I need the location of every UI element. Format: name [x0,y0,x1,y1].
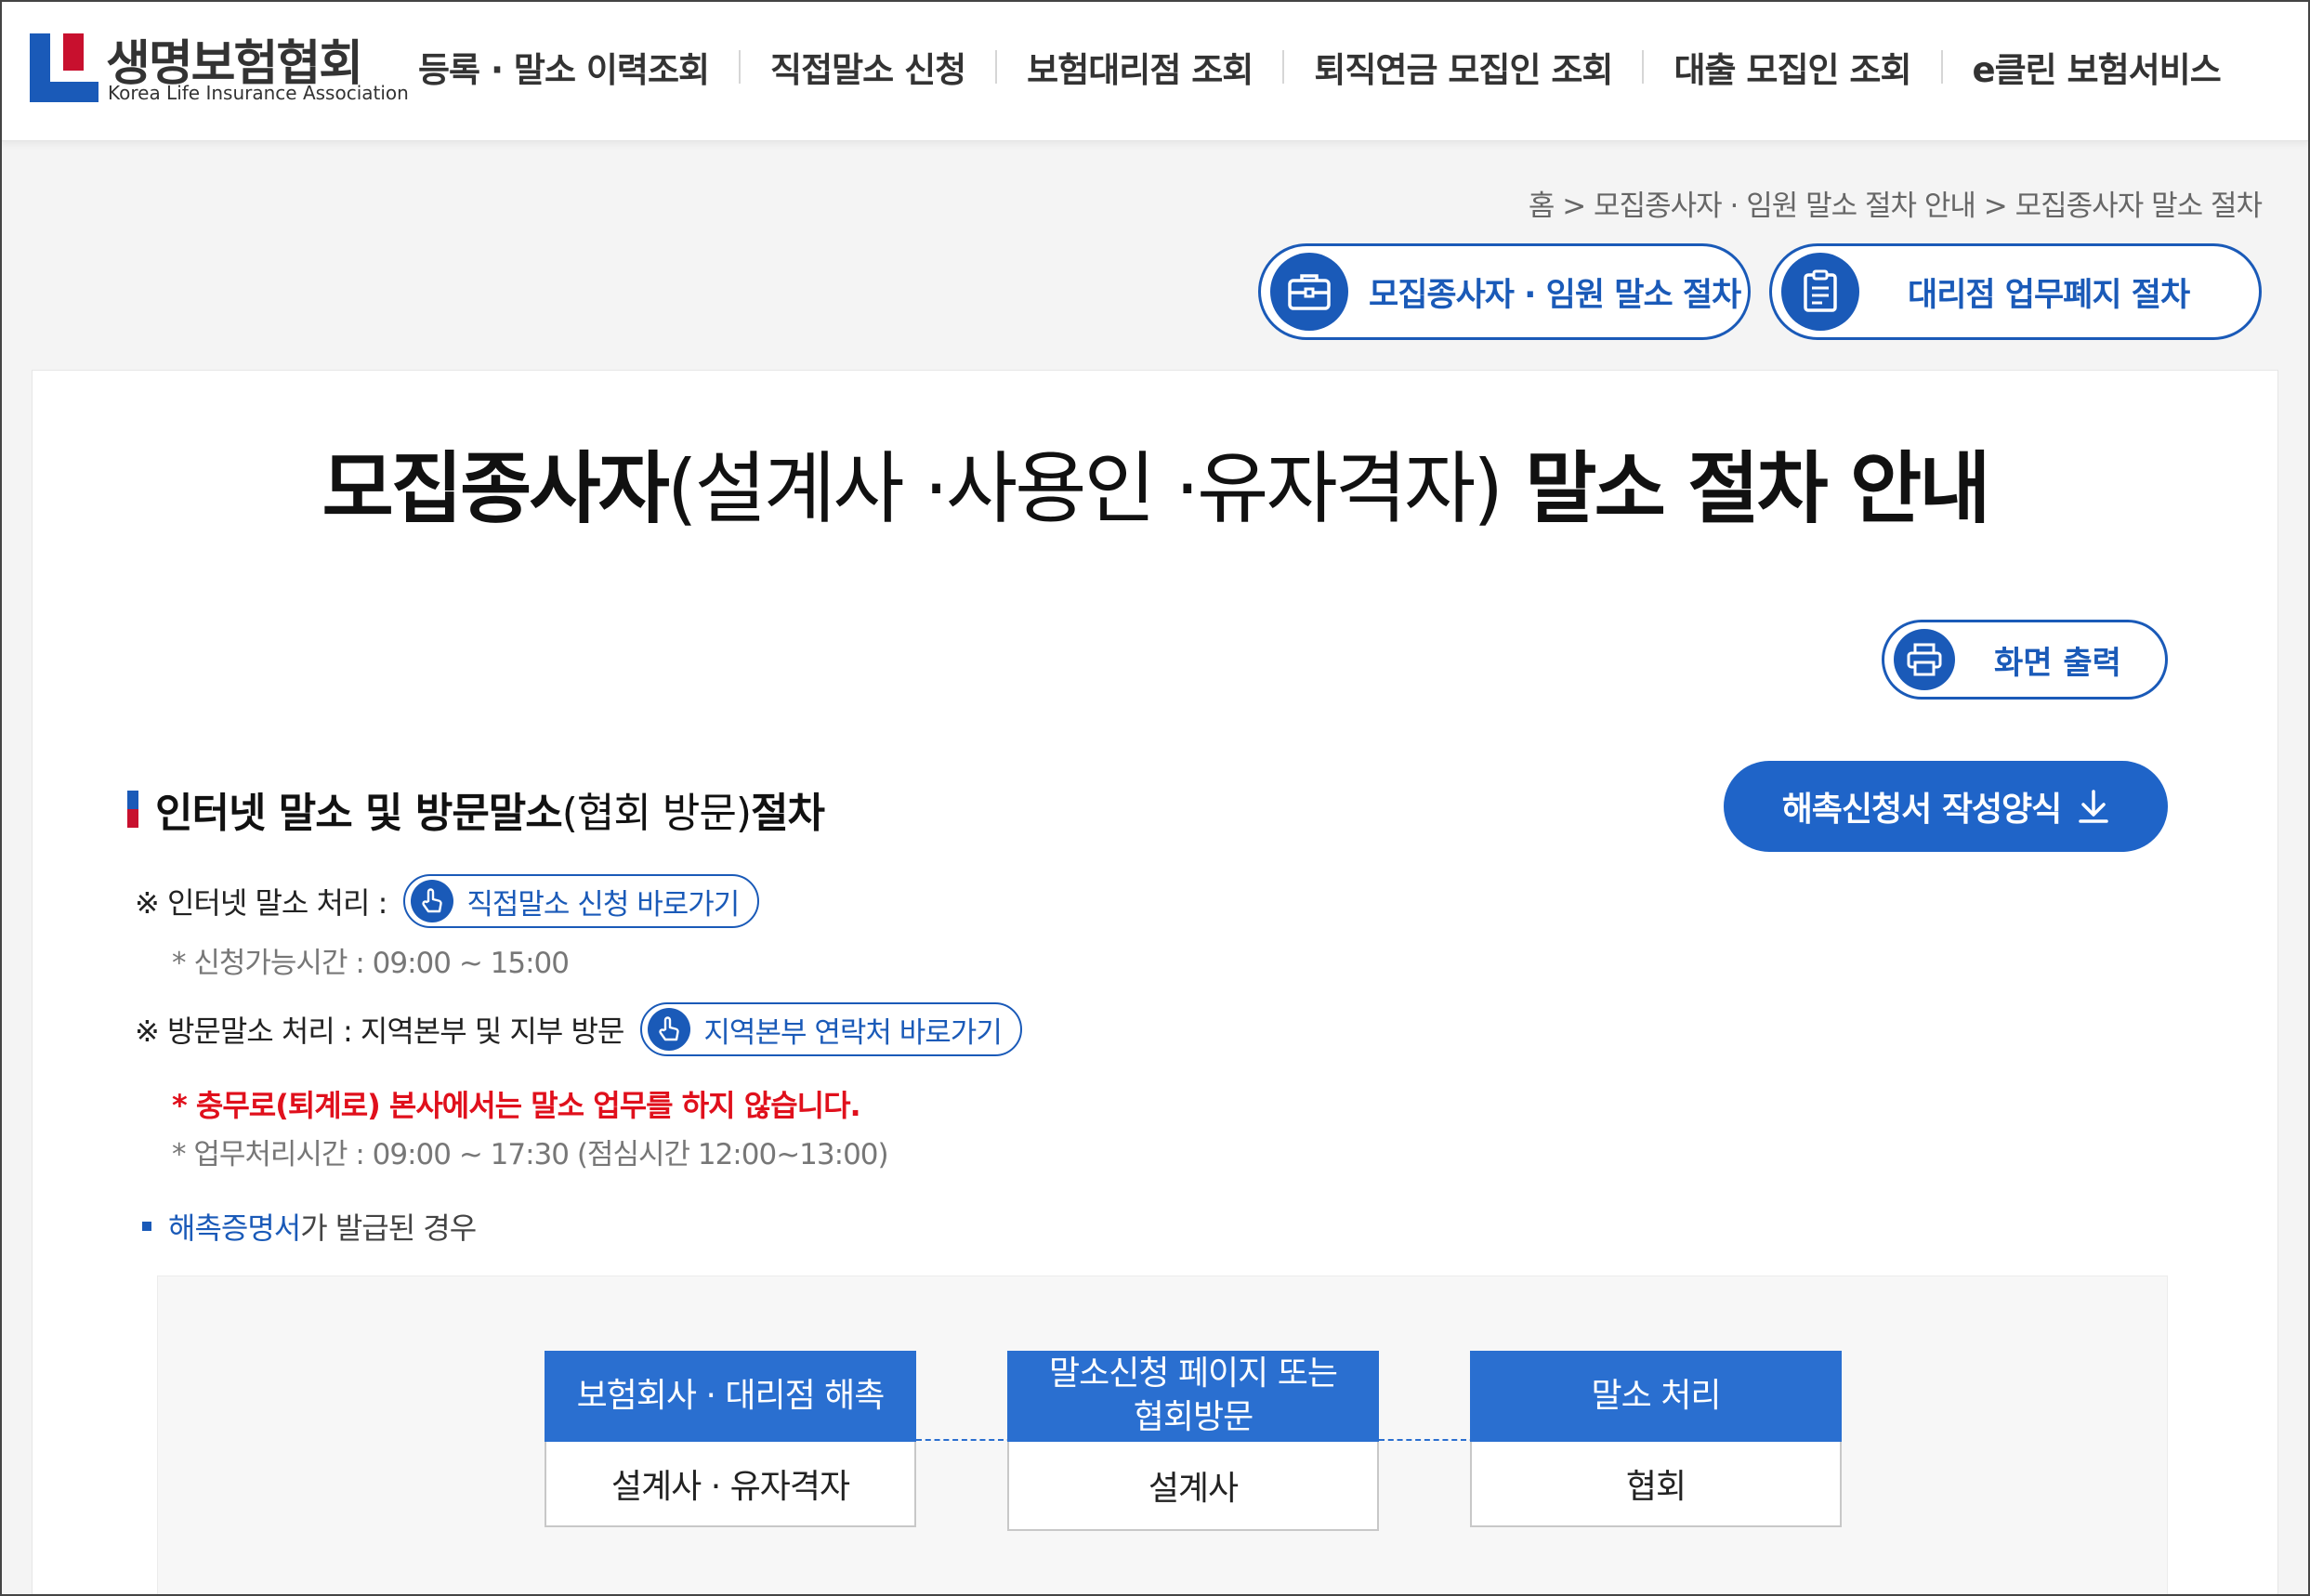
site-header: 생명보험협회 Korea Life Insurance Association … [0,0,2310,141]
nav-eclean-service[interactable]: e클린 보험서비스 [1973,42,2222,92]
flow-step-head: 보험회사 · 대리점 해촉 [545,1351,916,1442]
internet-hours: * 신청가능시간 : 09:00 ~ 15:00 [172,947,570,980]
flow-step-body: 협회 [1470,1442,1842,1527]
content-card: 모집종사자(설계사 ·사용인 ·유자격자) 말소 절차 안내 화면 출력 인터넷… [32,370,2278,1596]
nav-divider [1940,50,1943,84]
nav-registration-history[interactable]: 등록 · 말소 이력조회 [418,42,710,92]
download-button-label: 해촉신청서 작성양식 [1781,791,2063,829]
nav-divider [739,50,742,84]
quick-btn-deregistration-procedure[interactable]: 모집종사자 · 임원 말소 절차 [1258,243,1751,340]
print-screen-button[interactable]: 화면 출력 [1882,620,2168,700]
printer-icon [1894,629,1955,690]
nav-loan-recruiter[interactable]: 대출 모집인 조회 [1673,42,1911,92]
main-navigation: 등록 · 말소 이력조회 직접말소 신청 보험대리점 조회 퇴직연금 모집인 조… [418,37,2222,97]
bullet-square-icon [142,1222,151,1231]
flow-step-3: 말소 처리 협회 [1470,1351,1842,1527]
briefcase-icon [1270,253,1348,331]
flow-step-body: 설계사 · 유자격자 [545,1442,916,1527]
hand-pointer-icon [411,880,454,922]
section-marker-icon [127,791,138,828]
download-form-button[interactable]: 해촉신청서 작성양식 [1724,761,2168,852]
quick-btn-label: 대리점 업무폐지 절차 [1908,276,2190,314]
headquarters-warning: * 충무로(퇴계로) 본사에서는 말소 업무를 하지 않습니다. [172,1088,861,1123]
nav-direct-deregistration[interactable]: 직접말소 신청 [770,42,966,92]
page-title-bold: 말소 절차 안내 [1501,443,1990,534]
download-icon [2079,790,2109,823]
internet-deregistration-note: ※ 인터넷 말소 처리 : 직접말소 신청 바로가기 [135,874,760,928]
flow-step-2: 말소신청 페이지 또는 협회방문 설계사 [1007,1351,1379,1531]
direct-deregistration-link-label: 직접말소 신청 바로가기 [466,887,740,922]
case-bullet: 해촉증명서 가 발급된 경우 [142,1205,477,1248]
clipboard-icon [1781,253,1859,331]
quick-btn-agency-closure[interactable]: 대리점 업무폐지 절차 [1769,243,2262,340]
procedure-flow-diagram: 보험회사 · 대리점 해촉 설계사 · 유자격자 말소신청 페이지 또는 협회방… [157,1275,2168,1596]
case-bullet-highlight: 해촉증명서 [168,1210,301,1246]
section-title-light: (협회 방문) [561,790,752,837]
hand-pointer-icon [648,1008,691,1051]
visit-deregistration-note: ※ 방문말소 처리 : 지역본부 및 지부 방문 지역본부 연락처 바로가기 [135,1002,1022,1056]
nav-agency-search[interactable]: 보험대리점 조회 [1027,42,1253,92]
nav-divider [995,50,998,84]
flow-step-head: 말소신청 페이지 또는 협회방문 [1007,1351,1379,1442]
page-title-light: (설계사 ·사용인 ·유자격자) [666,443,1503,534]
flow-step-body: 설계사 [1007,1442,1379,1531]
logo-mark-icon [30,33,98,102]
case-bullet-text: 가 발급된 경우 [300,1210,477,1246]
nav-pension-recruiter[interactable]: 퇴직연금 모집인 조회 [1314,42,1613,92]
logo-english-name: Korea Life Insurance Association [108,82,409,104]
site-logo[interactable]: 생명보험협회 Korea Life Insurance Association [30,30,409,104]
internet-deregistration-label: ※ 인터넷 말소 처리 : [135,885,387,921]
section-title-bold: 인터넷 말소 및 방문말소 [155,790,563,837]
page-title: 모집종사자(설계사 ·사용인 ·유자격자) 말소 절차 안내 [33,426,2277,539]
page-title-bold: 모집종사자 [322,443,670,534]
direct-deregistration-link[interactable]: 직접말소 신청 바로가기 [403,874,760,928]
visit-deregistration-label: ※ 방문말소 처리 : 지역본부 및 지부 방문 [135,1014,624,1049]
nav-divider [1282,50,1285,84]
section-title-bold: 절차 [751,790,825,837]
visit-hours: * 업무처리시간 : 09:00 ~ 17:30 (점심시간 12:00~13:… [172,1138,889,1171]
flow-step-head: 말소 처리 [1470,1351,1842,1442]
section-title: 인터넷 말소 및 방문말소 (협회 방문) 절차 [127,779,825,839]
flow-step-1: 보험회사 · 대리점 해촉 설계사 · 유자격자 [545,1351,916,1527]
print-button-label: 화면 출력 [1994,644,2121,682]
quick-btn-label: 모집종사자 · 임원 말소 절차 [1369,276,1741,314]
regional-contact-link-label: 지역본부 연락처 바로가기 [703,1015,1002,1050]
nav-divider [1642,50,1645,84]
breadcrumb: 홈 > 모집종사자 · 임원 말소 절차 안내 > 모집종사자 말소 절차 [1528,190,2263,223]
regional-contact-link[interactable]: 지역본부 연락처 바로가기 [640,1002,1022,1056]
